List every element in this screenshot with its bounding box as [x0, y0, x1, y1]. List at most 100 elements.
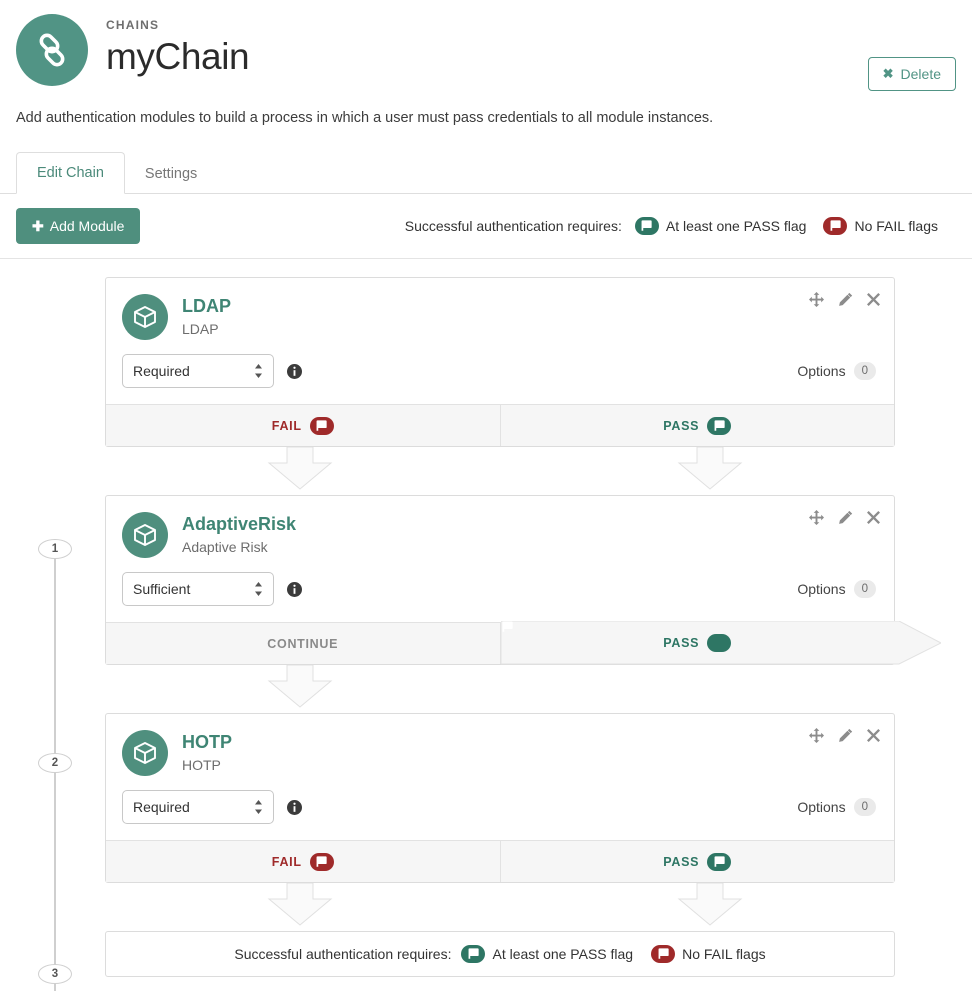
pass-label: PASS	[663, 418, 700, 433]
down-arrow-icon	[267, 447, 333, 490]
module-footer-fail[interactable]: FAIL	[106, 405, 501, 446]
delete-button-label: Delete	[900, 66, 941, 82]
flag-icon	[651, 945, 676, 963]
move-icon[interactable]	[809, 510, 824, 525]
flag-icon	[707, 852, 732, 871]
move-icon[interactable]	[809, 728, 824, 743]
chain-body: 1 2 3 LDAP LDAP Required Options 0 FAIL …	[0, 259, 972, 991]
flag-icon	[309, 852, 334, 871]
move-icon[interactable]	[809, 292, 824, 307]
options-area[interactable]: Options 0	[797, 580, 878, 598]
module-subtitle: LDAP	[182, 321, 219, 337]
breadcrumb: CHAINS	[106, 18, 160, 32]
module-actions	[809, 292, 880, 307]
timeline-node-2: 2	[38, 753, 72, 773]
options-label: Options	[797, 581, 846, 597]
cube-icon	[122, 294, 168, 340]
cube-icon	[122, 730, 168, 776]
timeline-node-3: 3	[38, 964, 72, 984]
info-icon[interactable]	[287, 799, 302, 815]
fail-label: FAIL	[271, 854, 302, 869]
info-icon[interactable]	[287, 363, 302, 379]
module-footer-pass[interactable]: PASS	[500, 621, 941, 665]
tab-settings[interactable]: Settings	[125, 154, 217, 194]
chain-link-icon	[16, 14, 88, 86]
pass-label: PASS	[663, 636, 700, 650]
add-module-label: Add Module	[49, 218, 125, 234]
flow-connectors	[105, 883, 895, 931]
close-x-icon[interactable]	[867, 729, 880, 742]
down-arrow-icon	[677, 883, 743, 926]
options-count-badge: 0	[853, 580, 876, 598]
fail-label: FAIL	[271, 418, 302, 433]
add-module-button[interactable]: ✚ Add Module	[16, 208, 141, 244]
down-arrow-icon	[267, 665, 333, 708]
flag-icon	[461, 945, 486, 963]
module-footer-continue[interactable]: CONTINUE	[106, 622, 501, 664]
flag-icon	[634, 217, 659, 235]
bottom-summary-panel: Successful authentication requires: At l…	[105, 931, 895, 977]
flag-icon	[823, 217, 848, 235]
module-footer: FAIL PASS	[106, 840, 894, 882]
bottom-summary-label: Successful authentication requires:	[234, 946, 452, 962]
down-arrow-icon	[677, 447, 743, 490]
flag-icon	[309, 416, 334, 435]
flow-connectors	[105, 665, 895, 713]
legend-pass-text: At least one PASS flag	[665, 218, 807, 234]
bottom-fail-text: No FAIL flags	[682, 946, 766, 962]
tab-bar: Edit Chain Settings	[0, 152, 972, 194]
module-subtitle: Adaptive Risk	[182, 539, 268, 555]
options-area[interactable]: Options 0	[797, 362, 878, 380]
options-count-badge: 0	[853, 798, 876, 816]
module-name: AdaptiveRisk	[182, 514, 297, 534]
page-header: CHAINS myChain ✖ Delete Add authenticati…	[0, 0, 972, 128]
options-area[interactable]: Options 0	[797, 798, 878, 816]
criteria-select[interactable]: Sufficient	[122, 572, 274, 606]
module-actions	[809, 510, 880, 525]
options-count-badge: 0	[853, 362, 876, 380]
close-x-icon[interactable]	[867, 293, 880, 306]
top-legend: Successful authentication requires: At l…	[405, 217, 956, 235]
module-footer-fail[interactable]: FAIL	[106, 841, 501, 882]
module-card: HOTP HOTP Required Options 0 FAIL PASS	[105, 713, 895, 883]
down-arrow-icon	[267, 883, 333, 926]
module-card-list: LDAP LDAP Required Options 0 FAIL PASS A…	[105, 277, 956, 977]
page-title: myChain	[106, 36, 250, 77]
legend-fail-item: No FAIL flags	[823, 217, 938, 235]
criteria-select[interactable]: Required	[122, 790, 274, 824]
flag-icon	[707, 416, 732, 435]
cube-icon	[122, 512, 168, 558]
chain-toolbar: ✚ Add Module Successful authentication r…	[0, 194, 972, 259]
close-x-icon[interactable]	[867, 511, 880, 524]
pencil-icon[interactable]	[838, 728, 853, 743]
options-label: Options	[797, 363, 846, 379]
chain-timeline: 1 2 3	[38, 537, 72, 991]
module-footer-pass[interactable]: PASS	[501, 405, 895, 446]
tab-edit-chain[interactable]: Edit Chain	[16, 152, 125, 194]
flag-icon	[502, 621, 732, 652]
criteria-select-wrapper: Sufficient	[122, 572, 274, 606]
plus-icon: ✚	[32, 218, 44, 234]
delete-button[interactable]: ✖ Delete	[867, 57, 956, 91]
module-actions	[809, 728, 880, 743]
flow-connectors	[105, 447, 895, 495]
module-footer: FAIL PASS	[106, 404, 894, 446]
legend-fail-text: No FAIL flags	[854, 218, 938, 234]
module-card: AdaptiveRisk Adaptive Risk Sufficient Op…	[105, 495, 941, 665]
module-footer: CONTINUE PASS	[106, 621, 941, 665]
bottom-fail-item: No FAIL flags	[651, 945, 766, 963]
bottom-pass-item: At least one PASS flag	[461, 945, 633, 963]
legend-pass-item: At least one PASS flag	[634, 217, 807, 235]
legend-label: Successful authentication requires:	[404, 218, 622, 234]
module-footer-pass[interactable]: PASS	[501, 841, 895, 882]
module-name: HOTP	[182, 732, 233, 752]
info-icon[interactable]	[287, 581, 302, 597]
bottom-pass-text: At least one PASS flag	[492, 946, 634, 962]
pencil-icon[interactable]	[838, 510, 853, 525]
options-label: Options	[797, 799, 846, 815]
chain-editor-page: CHAINS myChain ✖ Delete Add authenticati…	[0, 0, 972, 991]
pass-label: PASS	[663, 854, 700, 869]
close-x-icon: ✖	[882, 66, 894, 81]
pencil-icon[interactable]	[838, 292, 853, 307]
criteria-select[interactable]: Required	[122, 354, 274, 388]
